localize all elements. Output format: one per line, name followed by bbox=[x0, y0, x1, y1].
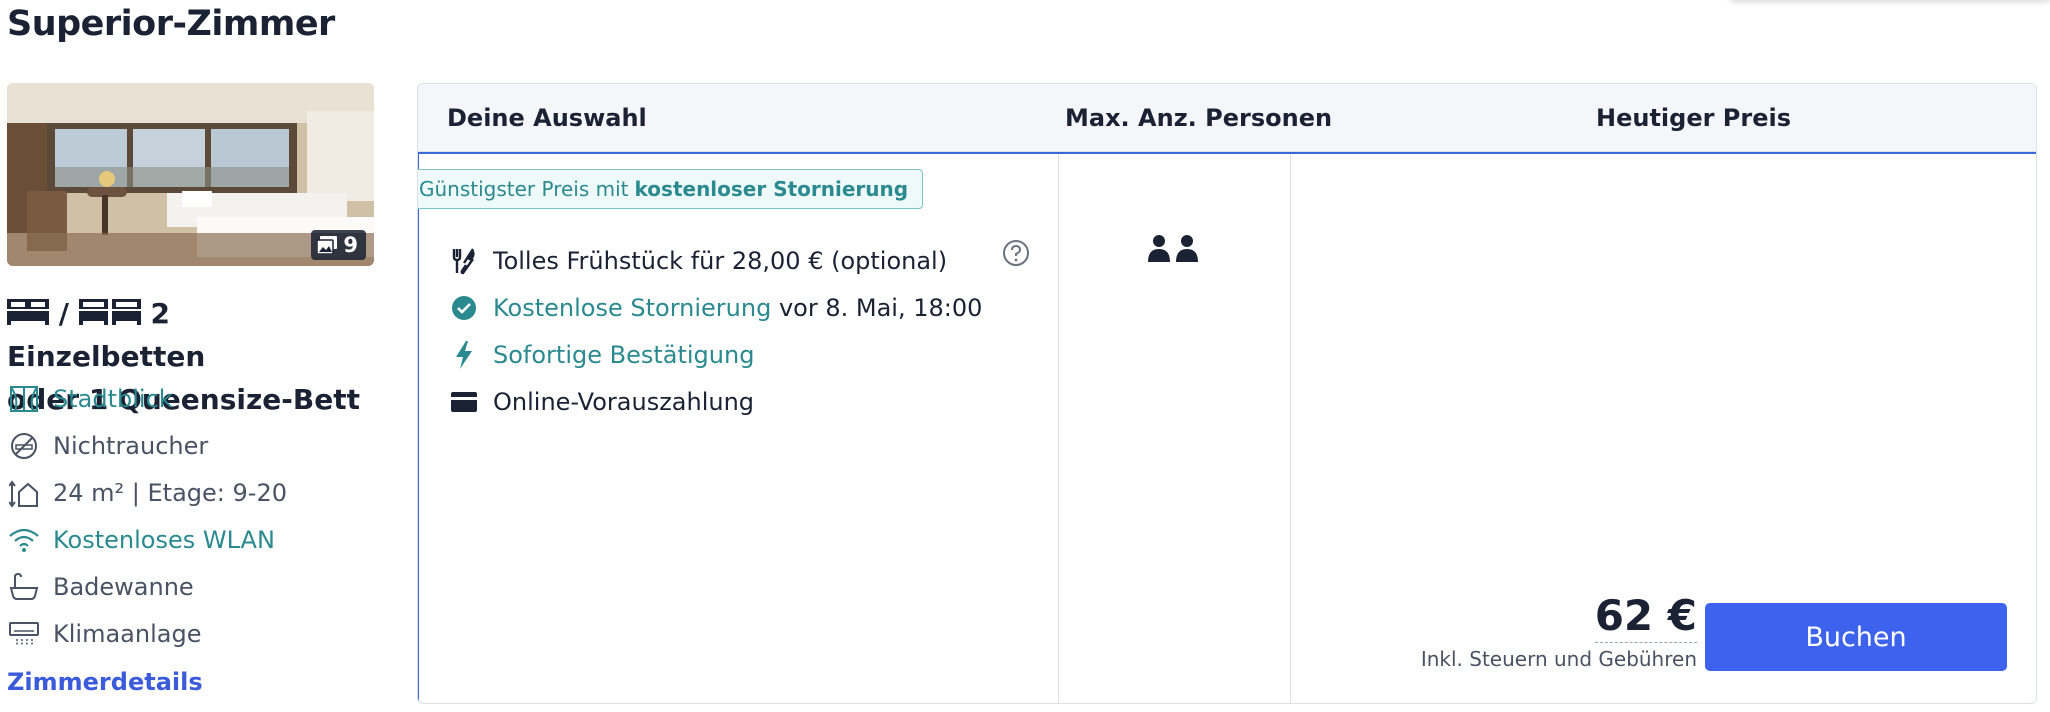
free-cancellation-link[interactable]: Kostenlose Stornierung bbox=[493, 294, 771, 322]
badge-bold-text: kostenloser Stornierung bbox=[634, 177, 909, 201]
best-price-badge: Günstigster Preis mit kostenloser Storni… bbox=[418, 169, 924, 209]
rate-option-row[interactable]: Günstigster Preis mit kostenloser Storni… bbox=[418, 152, 2036, 703]
no-smoking-icon bbox=[7, 429, 41, 463]
check-circle-icon bbox=[449, 295, 479, 321]
feature-free-cancellation: Kostenlose Stornierung vor 8. Mai, 18:00 bbox=[449, 284, 1049, 331]
twin-beds-icon bbox=[78, 299, 141, 325]
room-size-icon bbox=[7, 476, 41, 510]
bed-separator: / bbox=[58, 297, 69, 330]
amenity-wlan[interactable]: Kostenloses WLAN bbox=[7, 516, 377, 563]
single-bed-icon bbox=[7, 299, 49, 325]
badge-text: Günstigster Preis mit bbox=[419, 177, 629, 201]
photo-count: 9 bbox=[343, 233, 358, 257]
feature-instant-confirmation: Sofortige Bestätigung bbox=[449, 331, 1049, 378]
amenity-badewanne: Badewanne bbox=[7, 563, 377, 610]
amenity-label: Stadtblick bbox=[53, 384, 173, 413]
amenity-label: 24 m² | Etage: 9-20 bbox=[53, 478, 287, 507]
column-divider bbox=[1058, 154, 1059, 703]
air-conditioning-icon bbox=[7, 617, 41, 651]
rate-table: Deine Auswahl Max. Anz. Personen Heutige… bbox=[417, 83, 2037, 704]
amenity-room-size: 24 m² | Etage: 9-20 bbox=[7, 469, 377, 516]
amenity-list: Stadtblick Nichtraucher 24 m² | Etage: 9… bbox=[7, 375, 377, 657]
cancellation-deadline: vor 8. Mai, 18:00 bbox=[778, 293, 983, 322]
amenity-label: Kostenloses WLAN bbox=[53, 525, 275, 554]
book-button[interactable]: Buchen bbox=[1705, 603, 2007, 671]
price-note: Inkl. Steuern und Gebühren bbox=[1420, 647, 1697, 671]
room-title: Superior-Zimmer bbox=[7, 4, 335, 44]
feature-label: Tolles Frühstück für 28,00 € (optional) bbox=[493, 246, 948, 275]
room-photo[interactable]: 9 bbox=[7, 83, 374, 266]
help-icon[interactable] bbox=[1002, 239, 1030, 271]
lightning-icon bbox=[449, 340, 479, 369]
feature-label: Online-Vorauszahlung bbox=[493, 387, 755, 416]
person-icon bbox=[1176, 235, 1198, 262]
amenity-stadtblick[interactable]: Stadtblick bbox=[7, 375, 377, 422]
header-selection: Deine Auswahl bbox=[447, 104, 647, 132]
amenity-nichtraucher: Nichtraucher bbox=[7, 422, 377, 469]
header-max-persons: Max. Anz. Personen bbox=[1065, 104, 1333, 132]
room-details-link[interactable]: Zimmerdetails bbox=[7, 668, 203, 696]
window-view-icon bbox=[7, 382, 41, 416]
amenity-label: Nichtraucher bbox=[53, 431, 209, 460]
wifi-icon bbox=[7, 523, 41, 557]
fork-knife-icon bbox=[449, 247, 479, 275]
amenity-label: Klimaanlage bbox=[53, 619, 202, 648]
header-price: Heutiger Preis bbox=[1596, 104, 1792, 132]
feature-prepayment: Online-Vorauszahlung bbox=[449, 378, 1049, 425]
credit-card-icon bbox=[449, 391, 479, 412]
max-persons-indicator bbox=[1147, 234, 1199, 262]
amenity-klimaanlage: Klimaanlage bbox=[7, 610, 377, 657]
rate-features: Tolles Frühstück für 28,00 € (optional) … bbox=[449, 237, 1049, 425]
photo-count-badge[interactable]: 9 bbox=[311, 230, 366, 260]
price-amount: 62 € bbox=[1594, 592, 1697, 643]
price-block: 62 € Inkl. Steuern und Gebühren bbox=[1421, 592, 1697, 671]
amenity-label: Badewanne bbox=[53, 572, 194, 601]
bathtub-icon bbox=[7, 570, 41, 604]
instant-confirmation-link[interactable]: Sofortige Bestätigung bbox=[493, 341, 754, 369]
rate-table-header: Deine Auswahl Max. Anz. Personen Heutige… bbox=[418, 84, 2036, 152]
column-divider bbox=[1290, 154, 1291, 703]
person-icon bbox=[1148, 235, 1170, 262]
feature-breakfast: Tolles Frühstück für 28,00 € (optional) bbox=[449, 237, 1049, 284]
gallery-icon bbox=[317, 236, 338, 254]
